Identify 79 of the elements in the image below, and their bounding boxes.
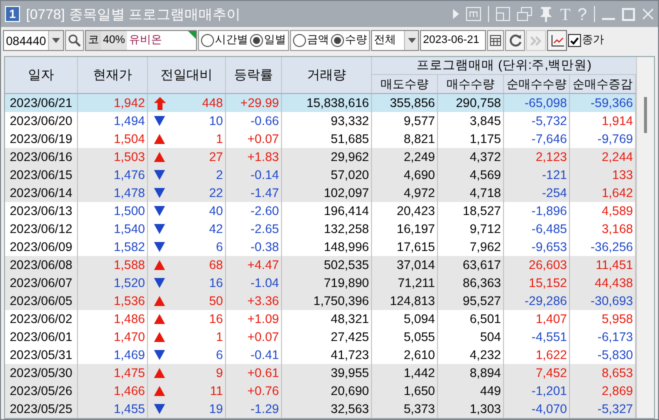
checkmark-icon bbox=[570, 36, 579, 44]
refresh-icon bbox=[508, 34, 522, 47]
table-cell-text: 50 bbox=[209, 292, 223, 310]
search-icon bbox=[68, 34, 81, 47]
table-cell-text: 16 bbox=[209, 274, 223, 292]
pin-icon[interactable] bbox=[539, 6, 554, 22]
stock-name: 유비온 bbox=[128, 33, 164, 48]
table-cell-text: 40 bbox=[209, 202, 223, 220]
column-header[interactable]: 매수수량 bbox=[438, 75, 504, 93]
column-header[interactable]: 현재가 bbox=[78, 57, 148, 93]
date-field[interactable]: 2023-06-21 bbox=[420, 30, 486, 51]
radio-button[interactable]: 수량 bbox=[331, 31, 367, 50]
table-cell-text: 19 bbox=[209, 400, 223, 418]
table-cell: -4,070 bbox=[504, 400, 570, 418]
table-row[interactable]: 2023/06/21 1,942 448 +29.99 15,838,616 355,856 290,758 -65,098 -59,366 bbox=[5, 94, 636, 112]
column-header[interactable]: 매도수량 bbox=[372, 75, 438, 93]
table-cell-text: 6 bbox=[216, 346, 223, 364]
table-cell-text: 11 bbox=[210, 382, 223, 400]
calendar-button[interactable] bbox=[487, 30, 504, 51]
table-row[interactable]: 2023/06/15 1,476 2 -0.14 57,020 4,690 4,569 -121 133 bbox=[5, 166, 636, 184]
maximize-icon[interactable] bbox=[622, 8, 635, 20]
group-header: 프로그램매매 (단위:주,백만원) bbox=[372, 57, 636, 75]
table-row[interactable]: 2023/05/25 1,455 19 -1.29 32,563 5,373 1,303 -4,070 -5,327 bbox=[5, 400, 636, 418]
search-button[interactable] bbox=[65, 30, 84, 51]
filter-select[interactable]: 전체 bbox=[371, 30, 419, 51]
table-cell: 1,455 bbox=[78, 400, 148, 418]
table-row[interactable]: 2023/06/14 1,478 22 -1.47 102,097 4,972 4,718 -254 1,642 bbox=[5, 184, 636, 202]
table-cell-text: 22 bbox=[209, 184, 223, 202]
dropdown-caret-icon[interactable] bbox=[52, 38, 60, 43]
table-cell: 1,303 bbox=[438, 400, 504, 418]
stock-name-field[interactable]: 코 40% 유비온 bbox=[85, 30, 197, 51]
close-price-checkbox[interactable]: 종가 bbox=[568, 32, 604, 49]
radio-button[interactable]: 시간별 bbox=[201, 31, 248, 50]
table-row[interactable]: 2023/05/30 1,475 9 +0.61 39,955 1,442 8,894 7,452 8,653 bbox=[5, 364, 636, 382]
radio-button[interactable]: 금액 bbox=[293, 31, 329, 50]
table-cell-text: 68 bbox=[209, 256, 223, 274]
table-row[interactable]: 2023/06/05 1,536 50 +3.36 1,750,396 124,813 95,527 -29,286 -30,693 bbox=[5, 292, 636, 310]
table-cell: 2023/05/25 bbox=[5, 400, 78, 418]
table-row[interactable]: 2023/06/07 1,520 16 -1.04 719,890 71,211 86,363 15,152 44,438 bbox=[5, 274, 636, 292]
table-cell-text: 1 bbox=[216, 328, 223, 346]
table-cell-text: 10 bbox=[209, 112, 223, 130]
stock-code-field[interactable]: 084440 bbox=[3, 30, 64, 51]
window-badge: 1 bbox=[5, 6, 20, 22]
table-cell-text: 2 bbox=[216, 166, 223, 184]
margin-label: 40% bbox=[101, 31, 128, 50]
chart-button[interactable] bbox=[547, 30, 567, 51]
table-cell-text: 16 bbox=[209, 310, 223, 328]
column-header[interactable]: 거래량 bbox=[282, 57, 372, 93]
table-cell: 32,563 bbox=[282, 400, 372, 418]
table-cell-text: 448 bbox=[202, 94, 223, 112]
close-icon[interactable] bbox=[642, 8, 654, 20]
column-header[interactable]: 순매수수량 bbox=[504, 75, 570, 93]
window-title: [0778] 종목일별 프로그램매매추이 bbox=[26, 4, 241, 24]
table-cell-text: 9 bbox=[216, 364, 223, 382]
column-header[interactable]: 등락률 bbox=[226, 57, 282, 93]
table-cell: -1.29 bbox=[226, 400, 282, 418]
line-chart-icon bbox=[550, 34, 564, 46]
memo-icon[interactable] bbox=[466, 7, 482, 21]
scrollbar[interactable] bbox=[636, 57, 654, 418]
dropdown-caret-icon[interactable] bbox=[408, 38, 416, 43]
calendar-icon bbox=[490, 35, 501, 46]
table-cell-text: 27 bbox=[209, 148, 223, 166]
table-row[interactable]: 2023/06/08 1,588 68 +4.47 502,535 37,014 63,617 26,603 11,451 bbox=[5, 256, 636, 274]
table-cell-text: 1 bbox=[216, 130, 223, 148]
radio-button[interactable]: 일별 bbox=[250, 31, 286, 50]
column-header[interactable]: 일자 bbox=[5, 57, 78, 93]
market-label: 코 bbox=[86, 31, 101, 50]
table-row[interactable]: 2023/05/26 1,466 11 +0.76 20,690 1,650 449 -1,201 2,869 bbox=[5, 382, 636, 400]
table-cell-text: 6 bbox=[216, 238, 223, 256]
double-chevron-icon bbox=[530, 36, 542, 46]
corner-flag-icon bbox=[188, 31, 196, 39]
table-cell-text: 42 bbox=[209, 220, 223, 238]
table-cell: 5,373 bbox=[372, 400, 438, 418]
layout-icon[interactable] bbox=[496, 7, 510, 21]
column-header[interactable]: 전일대비 bbox=[148, 57, 226, 93]
play-icon[interactable] bbox=[453, 9, 460, 19]
table-row[interactable]: 2023/06/16 1,503 27 +1.83 29,962 2,249 4,372 2,123 2,244 bbox=[5, 148, 636, 166]
copy-window-icon[interactable] bbox=[517, 7, 532, 21]
refresh-button[interactable] bbox=[505, 30, 525, 51]
